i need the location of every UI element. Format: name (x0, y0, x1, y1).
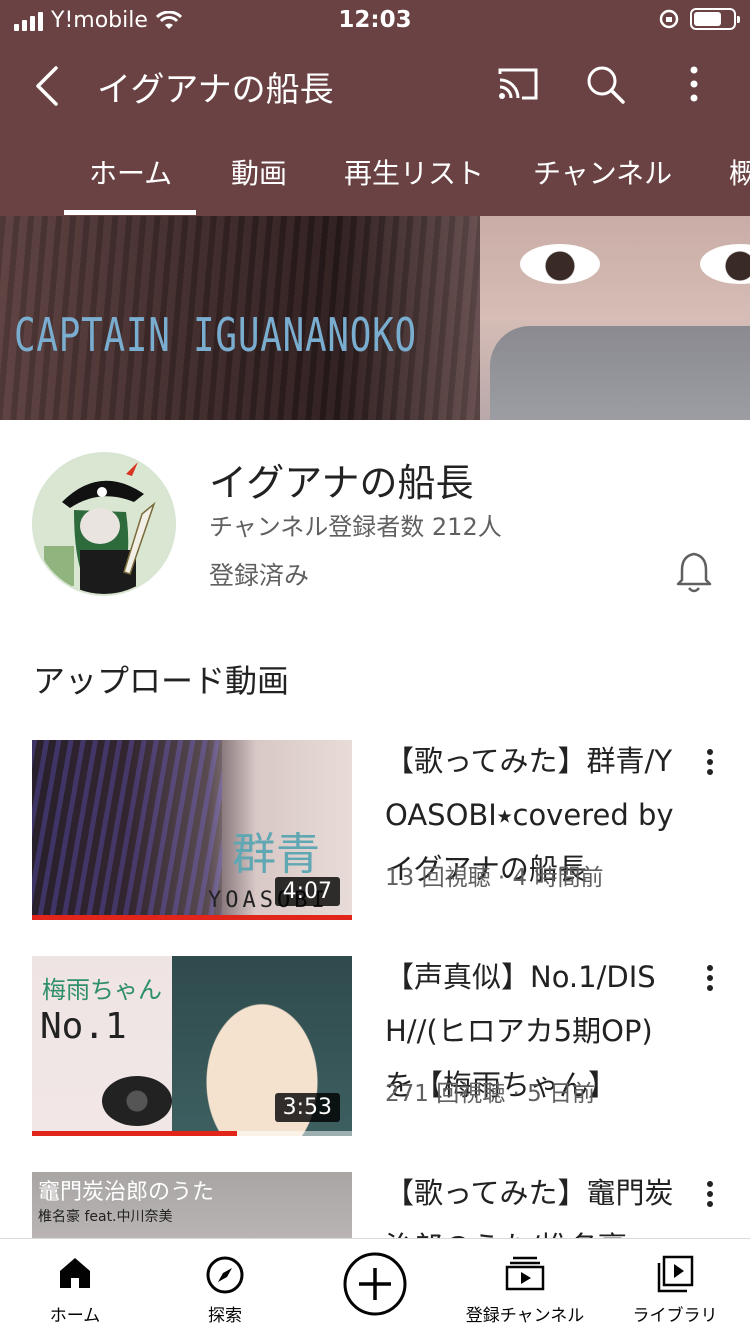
channel-banner: CAPTAIN IGUANANOKO (0, 216, 750, 420)
more-vert-icon[interactable] (700, 960, 720, 996)
tab-about[interactable]: 概 (729, 152, 750, 192)
status-bar: Y!mobile 12:03 (0, 0, 750, 42)
channel-name: イグアナの船長 (209, 461, 474, 505)
tab-channels[interactable]: チャンネル (533, 152, 672, 192)
avatar-illustration (34, 454, 174, 594)
subscriptions-icon (505, 1256, 545, 1291)
subscribed-button[interactable]: 登録済み (209, 556, 309, 592)
channel-avatar[interactable] (32, 452, 176, 596)
search-icon[interactable] (585, 64, 627, 106)
battery-level (694, 12, 721, 26)
video-duration: 4:07 (274, 877, 340, 906)
video-item[interactable]: 梅雨ちゃん No.1 3:53 【声真似】No.1/DISH//(ヒロアカ5期O… (0, 956, 750, 1146)
video-meta: 271 回視聴 · 5 日前 (385, 1081, 596, 1107)
video-item[interactable]: 群青 YOASOBI 4:07 【歌ってみた】群青/YOASOBI⭑covere… (0, 740, 750, 930)
nav-explore[interactable]: 探索 (150, 1239, 300, 1334)
more-vert-icon[interactable] (700, 1176, 720, 1212)
back-icon[interactable] (28, 62, 68, 110)
nav-subscriptions[interactable]: 登録チャンネル (450, 1239, 600, 1334)
nav-label: ホーム (49, 1306, 101, 1326)
microphone-icon (102, 1076, 172, 1126)
nav-home[interactable]: ホーム (0, 1239, 150, 1334)
video-meta: 13 回視聴 · 4 時間前 (385, 865, 604, 891)
banner-text: CAPTAIN IGUANANOKO (14, 308, 417, 362)
orientation-lock-icon (659, 9, 679, 29)
tab-videos[interactable]: 動画 (231, 152, 287, 192)
more-vert-icon[interactable] (680, 64, 708, 104)
library-icon (657, 1255, 694, 1293)
home-icon (60, 1258, 90, 1288)
page-title: イグアナの船長 (97, 70, 334, 110)
thumb-text: 群青 (232, 829, 320, 880)
section-title: アップロード動画 (33, 662, 290, 700)
thumb-text: No.1 (40, 1006, 127, 1047)
bottom-navigation: ホーム 探索 登録チャンネル ライブラリ (0, 1238, 750, 1334)
clock: 12:03 (338, 7, 412, 33)
watch-progress (32, 1131, 237, 1136)
thumb-text: 梅雨ちゃん (42, 976, 162, 1004)
watch-progress (32, 915, 352, 920)
nav-label: 探索 (208, 1306, 242, 1326)
create-icon[interactable] (343, 1252, 407, 1316)
nav-label: 登録チャンネル (465, 1306, 585, 1326)
tab-home[interactable]: ホーム (89, 152, 172, 192)
video-thumbnail[interactable]: 梅雨ちゃん No.1 3:53 (32, 956, 352, 1136)
cast-icon[interactable] (496, 66, 540, 102)
nav-library[interactable]: ライブラリ (600, 1239, 750, 1334)
tab-playlists[interactable]: 再生リスト (344, 152, 484, 192)
header: Y!mobile 12:03 イグアナの船長 ホーム 動画 再生リスト チャンネ… (0, 0, 750, 216)
subscriber-count: チャンネル登録者数 212人 (209, 513, 502, 541)
battery-icon (690, 8, 740, 30)
channel-tabs: ホーム 動画 再生リスト チャンネル 概 (0, 130, 750, 216)
thumb-text: 竈門炭治郎のうた (38, 1180, 215, 1205)
banner-eye-left (520, 244, 600, 284)
nav-label: ライブラリ (632, 1306, 718, 1326)
video-thumbnail[interactable]: 群青 YOASOBI 4:07 (32, 740, 352, 920)
app-bar: イグアナの船長 (0, 44, 750, 128)
bell-icon[interactable] (674, 550, 714, 594)
compass-icon (206, 1256, 244, 1294)
video-duration: 3:53 (274, 1093, 340, 1122)
more-vert-icon[interactable] (700, 744, 720, 780)
banner-mask (490, 326, 750, 420)
thumb-text: 椎名豪 feat.中川奈美 (38, 1209, 173, 1225)
tab-indicator (64, 210, 196, 215)
